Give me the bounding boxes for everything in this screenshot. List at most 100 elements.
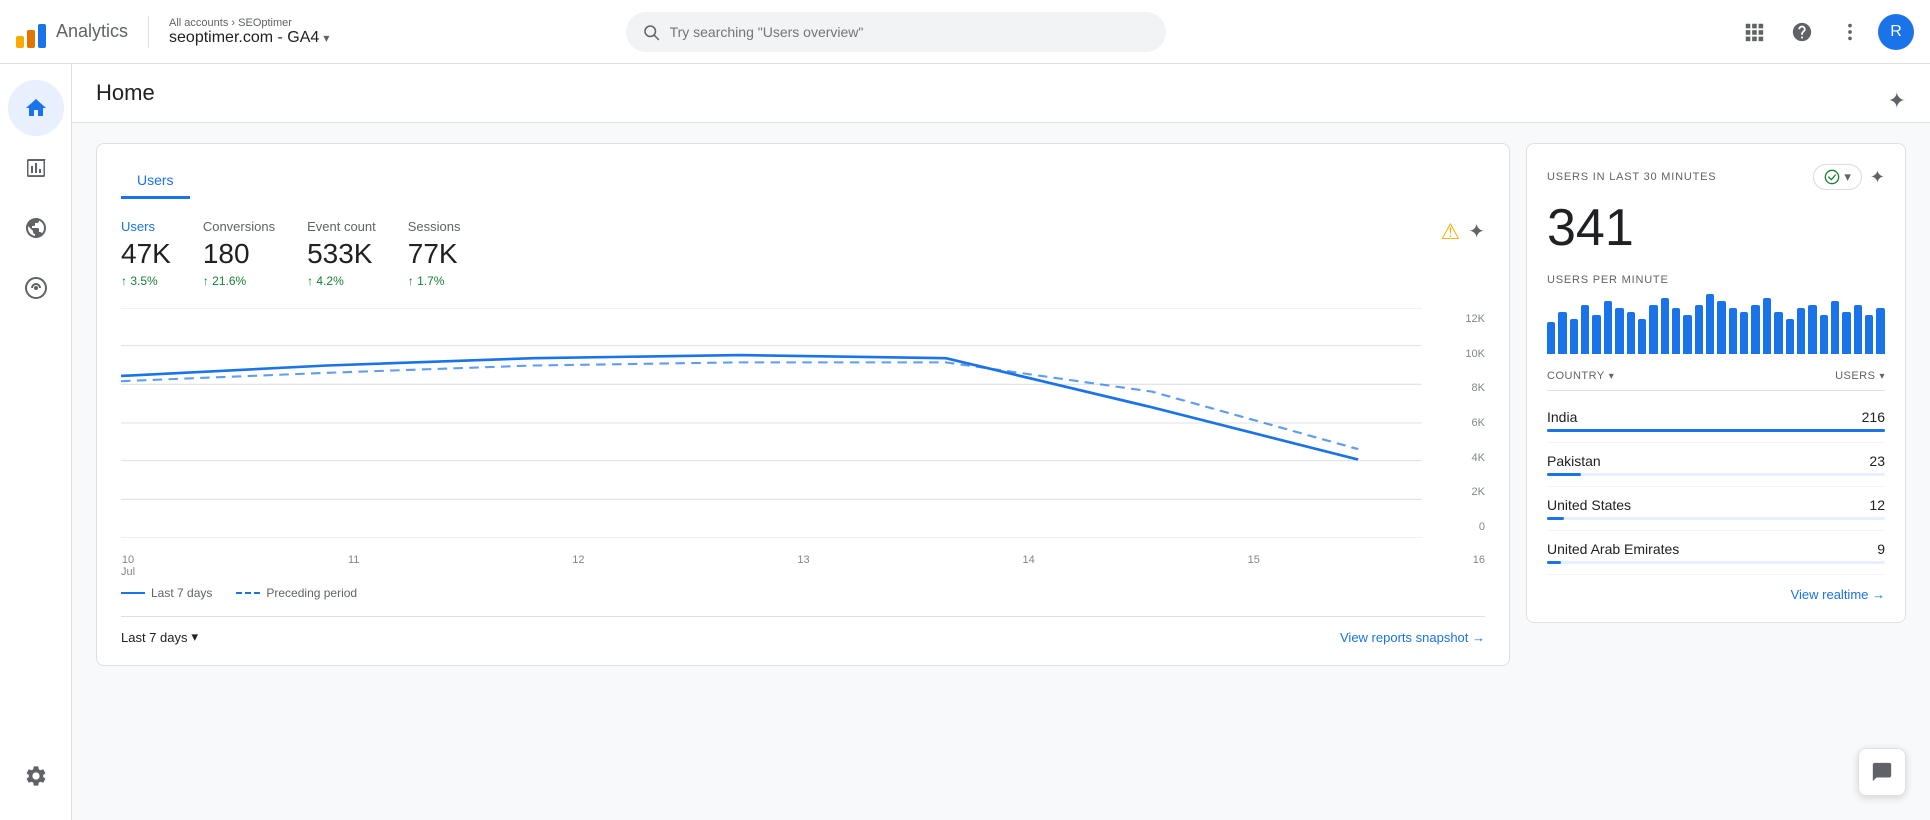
content-area: Users Users 47K ↑ 3.5% Conversions 180 ↑… (72, 123, 1930, 686)
mini-bar (1570, 319, 1578, 354)
breadcrumb-all-accounts[interactable]: All accounts (169, 17, 228, 29)
property-selector[interactable]: seoptimer.com - GA4 ▾ (169, 29, 329, 47)
tab-users[interactable]: Users (121, 164, 190, 199)
search-input[interactable] (670, 24, 1150, 40)
table-header: COUNTRY ▾ USERS ▾ (1547, 370, 1885, 391)
country-name: United States (1547, 497, 1631, 513)
country-table: India 216 Pakistan 23 United States 12 U… (1547, 399, 1885, 575)
breadcrumb-links: All accounts › SEOptimer (169, 17, 329, 29)
sidebar-item-explore[interactable] (8, 200, 64, 256)
metric-users[interactable]: Users 47K ↑ 3.5% (121, 219, 171, 288)
metric-sessions-label: Sessions (408, 219, 461, 234)
mini-bar (1751, 305, 1759, 354)
more-options-icon[interactable] (1830, 12, 1870, 52)
sidebar-item-home[interactable] (8, 80, 64, 136)
chart-x-labels: 10Jul 11 12 13 14 15 16 (121, 550, 1485, 578)
metric-event-count-change: ↑ 4.2% (307, 274, 376, 288)
alert-triangle-icon[interactable]: ⚠ (1441, 219, 1461, 245)
mini-bar (1854, 305, 1862, 354)
mini-bar (1786, 319, 1794, 354)
col-country-header[interactable]: COUNTRY ▾ (1547, 370, 1614, 382)
mini-bar (1695, 305, 1703, 354)
progress-bar-bg (1547, 473, 1885, 476)
col-country-label: COUNTRY (1547, 370, 1605, 382)
help-icon[interactable] (1782, 12, 1822, 52)
metric-sessions[interactable]: Sessions 77K ↑ 1.7% (408, 219, 461, 288)
right-card: USERS IN LAST 30 MINUTES ▾ ✦ 341 USERS P… (1526, 143, 1906, 623)
line-chart (121, 308, 1485, 538)
col-users-label: USERS (1835, 370, 1875, 382)
metric-icons: ⚠ ✦ (1441, 219, 1486, 288)
sparkle-icon[interactable]: ✦ (1468, 219, 1485, 244)
app-layout: Home ✦ Users Users 47K ↑ 3.5% Co (0, 64, 1930, 820)
apps-icon[interactable] (1734, 12, 1774, 52)
users-per-minute-chart (1547, 294, 1885, 354)
mini-bar (1763, 298, 1771, 354)
mini-bar (1774, 312, 1782, 354)
metric-users-value: 47K (121, 238, 171, 270)
metric-conversions[interactable]: Conversions 180 ↑ 21.6% (203, 219, 275, 288)
metric-event-count[interactable]: Event count 533K ↑ 4.2% (307, 219, 376, 288)
metric-conversions-label: Conversions (203, 219, 275, 234)
sidebar-item-admin[interactable] (8, 748, 64, 804)
table-row: Pakistan 23 (1547, 443, 1885, 487)
legend-preceding: Preceding period (236, 586, 357, 600)
date-range-chevron-icon: ▾ (192, 629, 199, 645)
chat-button[interactable] (1858, 748, 1906, 796)
search-icon (642, 23, 660, 41)
realtime-count: 341 (1547, 198, 1885, 258)
trend-icon[interactable]: ✦ (1888, 88, 1906, 114)
mini-bar (1706, 294, 1714, 354)
nav-divider (148, 16, 149, 48)
sparkle-right-icon[interactable]: ✦ (1870, 167, 1885, 188)
mini-bar (1581, 305, 1589, 354)
sidebar-item-reports[interactable] (8, 140, 64, 196)
chart-y-labels: 12K 10K 8K 6K 4K 2K 0 (1445, 308, 1485, 538)
progress-bar-fill (1547, 561, 1561, 564)
metric-users-change: ↑ 3.5% (121, 274, 171, 288)
country-name: Pakistan (1547, 453, 1601, 469)
chevron-down-icon: ▾ (1844, 169, 1851, 185)
date-range-label: Last 7 days (121, 630, 188, 645)
search-bar[interactable] (626, 12, 1166, 52)
property-chevron-icon: ▾ (323, 31, 329, 45)
view-realtime-link[interactable]: View realtime → (1791, 587, 1885, 602)
top-nav: Analytics All accounts › SEOptimer seopt… (0, 0, 1930, 64)
realtime-section-label: USERS IN LAST 30 MINUTES (1547, 171, 1716, 183)
chat-icon (1871, 761, 1893, 783)
status-dropdown[interactable]: ▾ (1813, 164, 1862, 190)
date-range-selector[interactable]: Last 7 days ▾ (121, 629, 198, 645)
check-circle-icon (1824, 169, 1840, 185)
country-users: 9 (1877, 541, 1885, 557)
country-name: United Arab Emirates (1547, 541, 1679, 557)
metric-conversions-change: ↑ 21.6% (203, 274, 275, 288)
country-users: 23 (1869, 453, 1885, 469)
col-users-header[interactable]: USERS ▾ (1835, 370, 1885, 382)
avatar[interactable]: R (1878, 14, 1914, 50)
metric-users-label: Users (121, 219, 171, 234)
mini-bar (1717, 301, 1725, 354)
right-card-footer: View realtime → (1547, 575, 1885, 602)
mini-bar (1592, 315, 1600, 354)
main-content: Home ✦ Users Users 47K ↑ 3.5% Co (72, 64, 1930, 820)
mini-bar (1740, 312, 1748, 354)
mini-bar (1661, 298, 1669, 354)
table-row: United Arab Emirates 9 (1547, 531, 1885, 575)
mini-bar (1547, 322, 1555, 354)
view-reports-link[interactable]: View reports snapshot → (1340, 630, 1485, 645)
progress-bar-fill (1547, 429, 1885, 432)
progress-bar-fill (1547, 473, 1581, 476)
progress-bar-bg (1547, 517, 1885, 520)
metric-sessions-value: 77K (408, 238, 461, 270)
mini-bar (1797, 308, 1805, 354)
mini-bar (1672, 308, 1680, 354)
right-card-header: USERS IN LAST 30 MINUTES ▾ ✦ (1547, 164, 1885, 190)
breadcrumb-current: SEOptimer (238, 17, 292, 29)
legend-solid-line (121, 592, 145, 594)
metric-conversions-value: 180 (203, 238, 275, 270)
mini-bar (1615, 308, 1623, 354)
analytics-logo (16, 16, 46, 48)
metric-sessions-change: ↑ 1.7% (408, 274, 461, 288)
sidebar-item-advertising[interactable] (8, 260, 64, 316)
legend-preceding-label: Preceding period (266, 586, 357, 600)
